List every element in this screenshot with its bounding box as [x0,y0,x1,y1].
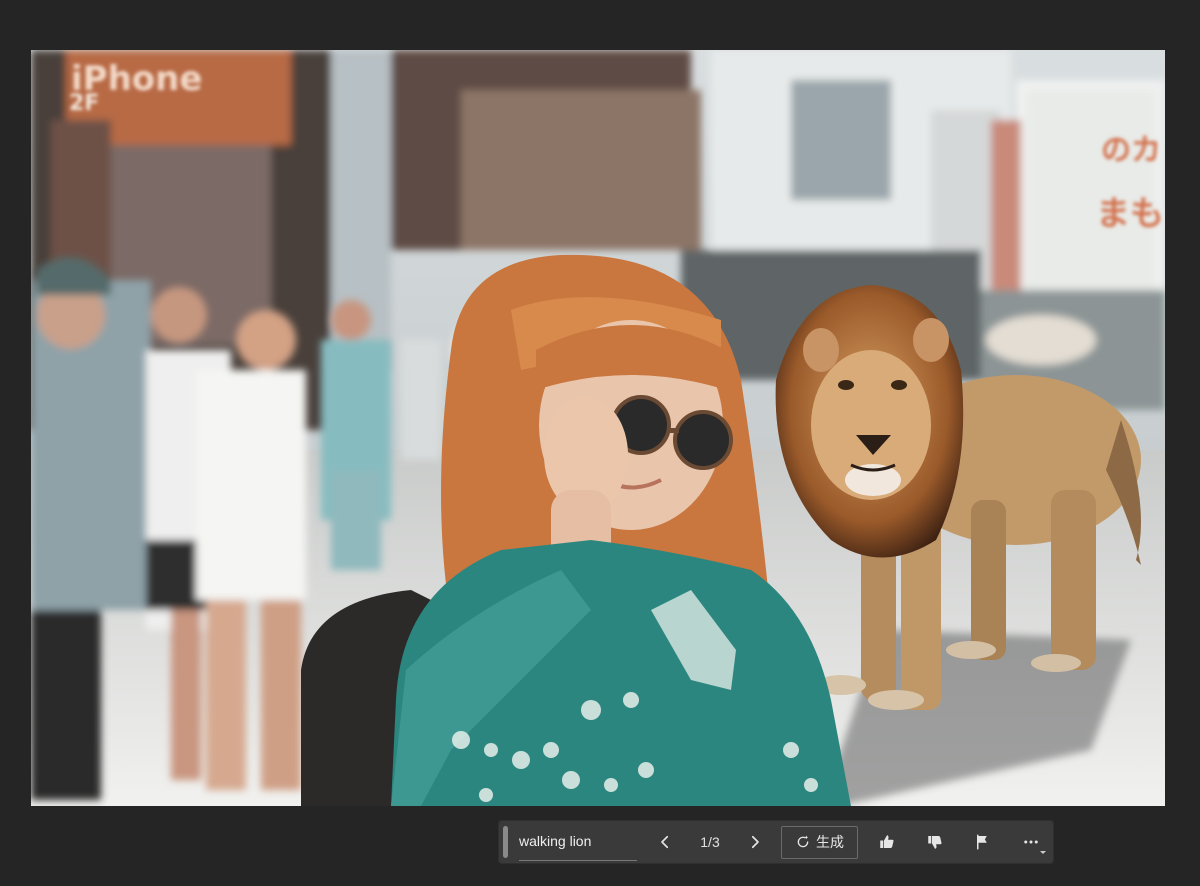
drag-handle[interactable] [503,826,508,858]
street-scene-illustration: iPhone 2F のカ まも [31,50,1165,806]
svg-text:のカ: のカ [1101,133,1161,168]
previous-image-button[interactable] [644,826,686,858]
generate-button[interactable]: 生成 [781,825,858,859]
regenerate-sparkle-icon [797,835,809,848]
generated-image: iPhone 2F のカ まも [31,50,1165,806]
more-options-button[interactable] [1010,826,1052,858]
prompt-input[interactable]: walking lion [519,823,637,861]
next-image-button[interactable] [734,826,776,858]
flag-button[interactable] [962,826,1004,858]
like-button[interactable] [866,826,908,858]
flag-icon [977,834,987,850]
prompt-text: walking lion [519,832,592,849]
more-dots-icon [1024,840,1038,844]
page-counter: 1/3 [700,834,720,850]
svg-text:まも: まも [1096,194,1164,234]
generate-label: 生成 [816,834,844,850]
thumbs-up-icon [880,835,894,848]
image-action-toolbar: walking lion 1/3 生成 [498,820,1054,864]
thumbs-down-icon [928,836,942,849]
svg-text:2F: 2F [69,91,99,116]
dislike-button[interactable] [914,826,956,858]
caret-down-icon [1040,851,1046,854]
chevron-left-icon [661,835,669,849]
chevron-right-icon [751,835,759,849]
